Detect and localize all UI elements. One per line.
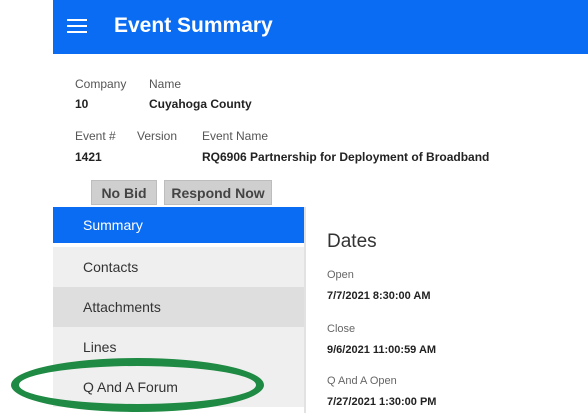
sidebar-item-lines[interactable]: Lines <box>53 327 304 367</box>
event-number-value: 1421 <box>75 150 102 164</box>
page-title: Event Summary <box>114 14 273 37</box>
sidebar-item-summary[interactable]: Summary <box>53 207 304 243</box>
close-date-label: Close <box>327 323 356 335</box>
content-divider <box>304 207 306 413</box>
top-app-bar: Event Summary <box>53 0 588 54</box>
close-date-value: 9/6/2021 11:00:59 AM <box>327 344 437 356</box>
sidebar-item-attachments[interactable]: Attachments <box>53 287 304 327</box>
sidebar-item-contacts[interactable]: Contacts <box>53 247 304 287</box>
open-date-label: Open <box>327 269 354 281</box>
sidebar-nav: Summary Contacts Attachments Lines Q And… <box>53 207 304 413</box>
event-number-label: Event # <box>75 129 116 143</box>
hamburger-menu-icon[interactable] <box>67 19 87 35</box>
sidebar-item-q-and-a-forum[interactable]: Q And A Forum <box>53 367 304 407</box>
name-value: Cuyahoga County <box>149 97 252 111</box>
name-label: Name <box>149 77 182 91</box>
event-name-label: Event Name <box>202 129 269 143</box>
respond-now-button[interactable]: Respond Now <box>164 180 272 205</box>
event-name-value: RQ6906 Partnership for Deployment of Bro… <box>202 150 490 164</box>
version-label: Version <box>137 129 178 143</box>
company-value: 10 <box>75 97 89 111</box>
company-label: Company <box>75 77 127 91</box>
qa-open-date-label: Q And A Open <box>327 375 397 387</box>
no-bid-button[interactable]: No Bid <box>91 180 157 205</box>
dates-section-title: Dates <box>327 231 377 252</box>
qa-open-date-value: 7/27/2021 1:30:00 PM <box>327 396 437 408</box>
open-date-value: 7/7/2021 8:30:00 AM <box>327 290 431 302</box>
